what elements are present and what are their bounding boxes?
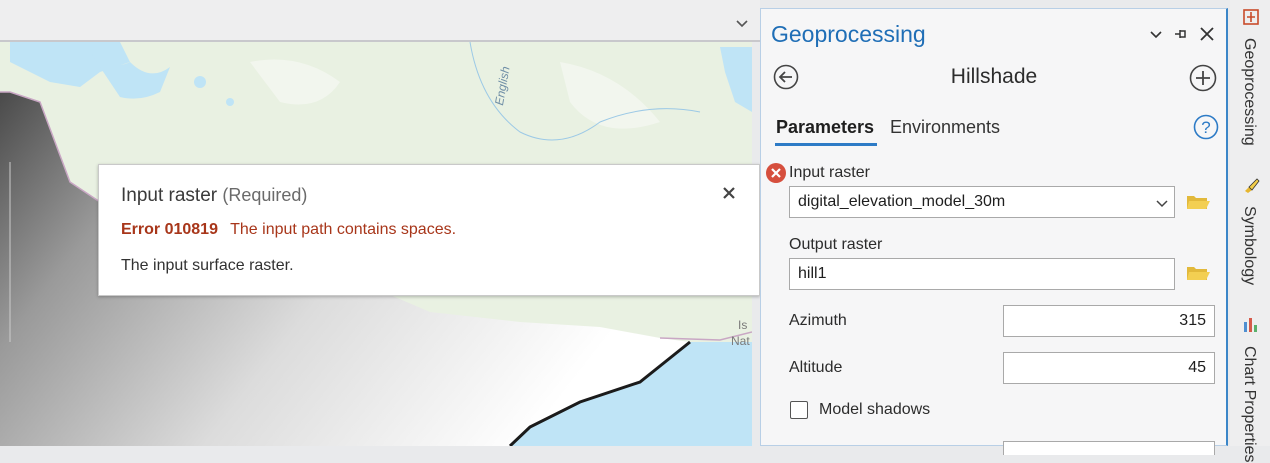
geoprocessing-icon	[1243, 9, 1259, 25]
tool-title: Hillshade	[950, 65, 1038, 88]
tab-environments[interactable]: Environments	[890, 117, 1000, 138]
browse-folder-icon[interactable]	[1185, 191, 1211, 213]
model-shadows-checkbox[interactable]	[790, 401, 808, 419]
parameter-error-popup: Input raster (Required) Error 010819 The…	[98, 164, 760, 296]
altitude-label: Altitude	[789, 359, 843, 376]
tab-parameters[interactable]: Parameters	[776, 117, 874, 138]
chart-icon	[1244, 318, 1257, 332]
map-label-is: Is	[738, 318, 748, 332]
side-tab-geoprocessing[interactable]: Geoprocessing	[1230, 4, 1270, 162]
model-shadows-label: Model shadows	[819, 401, 931, 418]
chevron-down-icon[interactable]	[734, 16, 750, 32]
pane-options-chevron-icon[interactable]	[1147, 25, 1165, 43]
azimuth-field[interactable]: 315	[1003, 305, 1215, 337]
side-tab-chart-properties[interactable]: Chart Properties	[1230, 312, 1270, 463]
azimuth-label: Azimuth	[789, 312, 847, 329]
active-tab-indicator	[775, 143, 877, 146]
input-raster-label: Input raster	[789, 164, 870, 181]
svg-text:?: ?	[1201, 118, 1210, 137]
altitude-field[interactable]: 45	[1003, 352, 1215, 384]
pin-icon[interactable]	[1171, 25, 1189, 43]
output-raster-field[interactable]: hill1	[789, 258, 1175, 290]
side-tab-label: Symbology	[1241, 206, 1258, 286]
side-tab-symbology[interactable]: Symbology	[1230, 172, 1270, 302]
add-plus-icon[interactable]	[1189, 64, 1217, 92]
pane-title: Geoprocessing	[771, 21, 926, 47]
help-icon[interactable]: ?	[1193, 114, 1219, 140]
next-param-field-partial[interactable]	[1003, 441, 1215, 455]
browse-folder-icon[interactable]	[1185, 262, 1211, 284]
popup-description: The input surface raster.	[121, 257, 294, 274]
map-label-nat: Nat	[731, 334, 750, 348]
symbology-brush-icon	[1245, 178, 1260, 193]
popup-required-text: (Required)	[222, 185, 308, 205]
popup-title-text: Input raster	[121, 185, 218, 206]
geoprocessing-pane: Geoprocessing Hillshade Parameters Envir…	[760, 8, 1228, 455]
close-icon[interactable]	[719, 183, 739, 203]
side-tab-label: Chart Properties	[1241, 346, 1258, 463]
popup-error-line: Error 010819 The input path contains spa…	[121, 221, 456, 239]
input-raster-dropdown[interactable]: digital_elevation_model_30m	[789, 186, 1175, 218]
output-raster-label: Output raster	[789, 236, 883, 253]
side-tab-label: Geoprocessing	[1241, 38, 1258, 146]
error-message: The input path contains spaces.	[230, 221, 457, 238]
popup-title: Input raster (Required)	[121, 185, 307, 207]
map-view-header	[0, 0, 760, 42]
error-icon[interactable]	[765, 162, 787, 184]
close-pane-icon[interactable]	[1198, 25, 1216, 43]
error-code: Error 010819	[121, 221, 218, 238]
side-dock-rail: Geoprocessing Symbology Chart Properties	[1230, 0, 1270, 463]
